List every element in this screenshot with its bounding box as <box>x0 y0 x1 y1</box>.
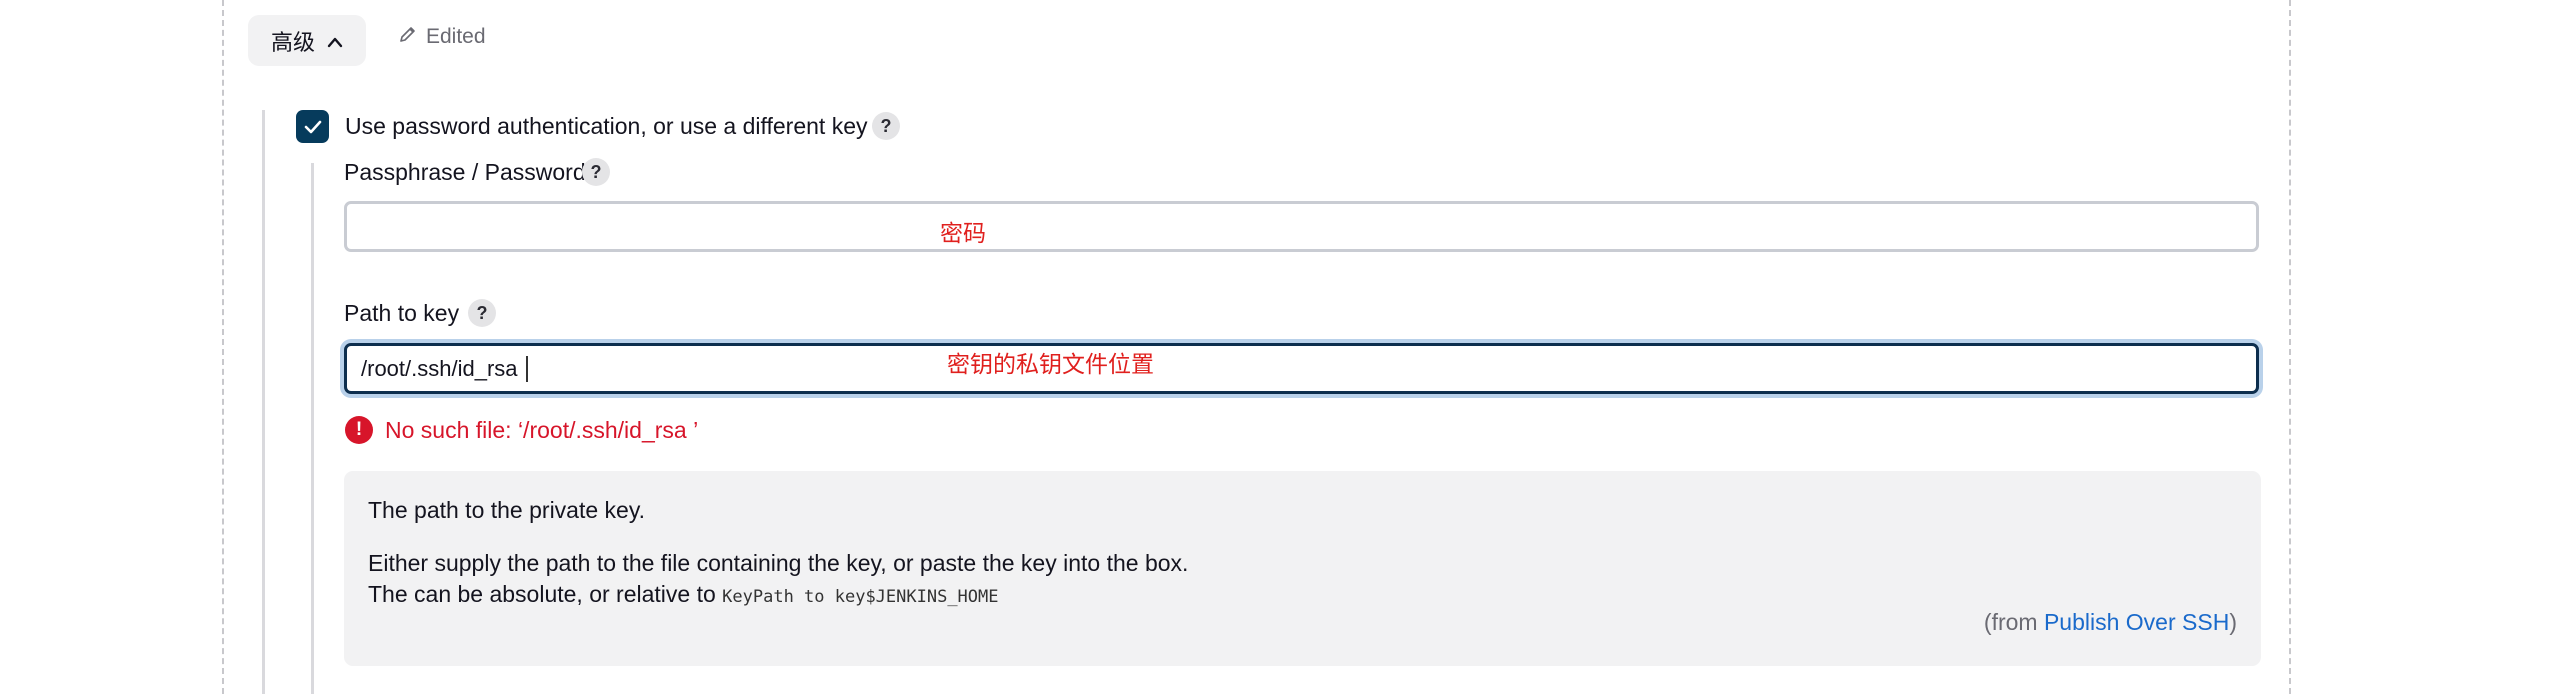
chevron-up-icon <box>327 28 343 54</box>
error-icon: ! <box>345 416 373 444</box>
help-line-3: The can be absolute, or relative to KeyP… <box>368 579 2237 613</box>
path-to-key-help-button[interactable]: ? <box>468 299 496 327</box>
passphrase-annotation: 密码 <box>940 221 986 247</box>
section-border-left <box>222 0 224 694</box>
nesting-line-inner <box>311 163 314 694</box>
path-to-key-input[interactable]: /root/.ssh/id_rsa <box>344 343 2259 394</box>
help-panel: The path to the private key. Either supp… <box>344 471 2261 666</box>
edited-indicator: Edited <box>398 24 486 50</box>
passphrase-help-button[interactable]: ? <box>582 158 610 186</box>
error-message: No such file: ‘/root/.ssh/id_rsa ’ <box>385 416 699 443</box>
advanced-label: 高级 <box>270 29 315 55</box>
password-auth-help-button[interactable]: ? <box>872 112 900 140</box>
section-border-right <box>2289 0 2291 694</box>
edited-label: Edited <box>426 25 486 48</box>
password-auth-label[interactable]: Use password authentication, or use a di… <box>345 111 868 141</box>
pencil-icon <box>398 24 418 50</box>
help-line-3-text: The can be absolute, or relative to <box>368 581 723 607</box>
help-line-3-code: KeyPath to key$JENKINS_HOME <box>722 587 999 607</box>
nesting-line <box>262 110 265 694</box>
passphrase-label: Passphrase / Password <box>344 159 586 185</box>
path-error: ! No such file: ‘/root/.ssh/id_rsa ’ <box>345 416 698 444</box>
help-line-1: The path to the private key. <box>368 497 646 523</box>
password-auth-checkbox[interactable] <box>296 110 329 143</box>
path-to-key-value: /root/.ssh/id_rsa <box>361 355 518 381</box>
passphrase-input[interactable] <box>344 201 2259 252</box>
advanced-toggle-button[interactable]: 高级 <box>248 15 366 66</box>
help-source: (from Publish Over SSH) <box>1984 607 2237 638</box>
text-caret <box>525 355 528 382</box>
publish-over-ssh-link[interactable]: Publish Over SSH <box>2044 609 2229 635</box>
path-to-key-label: Path to key <box>344 300 460 326</box>
help-line-2: Either supply the path to the file conta… <box>368 550 1189 576</box>
help-source-open: (from <box>1983 609 2044 635</box>
help-source-close: ) <box>2229 609 2237 635</box>
path-to-key-annotation: 密钥的私钥文件位置 <box>947 352 1154 378</box>
